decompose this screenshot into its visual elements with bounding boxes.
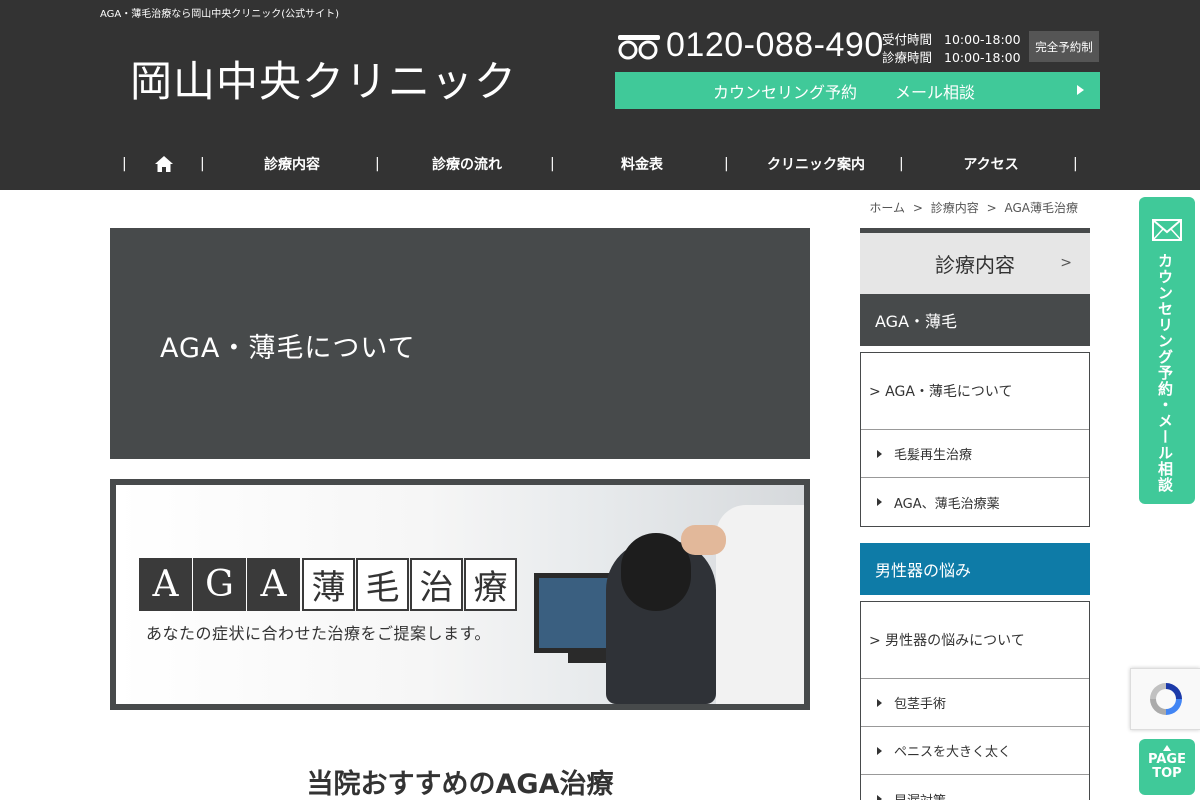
site-header: AGA・薄毛治療なら岡山中央クリニック(公式サイト) 岡山中央クリニック 012… bbox=[0, 0, 1200, 190]
page-top-button[interactable]: PAGE TOP bbox=[1139, 739, 1195, 795]
arrow-right-icon bbox=[1077, 85, 1084, 95]
nav-separator: | bbox=[1073, 156, 1078, 172]
nav-separator: | bbox=[375, 156, 380, 172]
sidebar-item-label: AGA、薄毛治療薬 bbox=[894, 496, 1000, 512]
nav-separator: | bbox=[200, 156, 205, 172]
sidebar-subgroup-male: > 男性器の悩みについて 包茎手術 ペニスを大きく太く 早漏対策 bbox=[860, 601, 1090, 800]
banner-letter: A bbox=[247, 558, 300, 611]
sidebar-item-phimosis[interactable]: 包茎手術 bbox=[861, 679, 1089, 727]
floating-counsel-tab[interactable]: カウンセリング予約・メール相談 bbox=[1139, 197, 1195, 504]
recaptcha-badge[interactable] bbox=[1130, 668, 1200, 730]
page-hero: AGA・薄毛について bbox=[110, 228, 810, 459]
hours-value: 10:00-18:00 bbox=[944, 32, 1021, 47]
breadcrumb-home[interactable]: ホーム bbox=[869, 201, 905, 215]
page-top-label: PAGE bbox=[1148, 752, 1186, 767]
nav-item-pricing[interactable]: 料金表 bbox=[580, 154, 704, 174]
bullet-icon bbox=[877, 698, 882, 707]
site-logo[interactable]: 岡山中央クリニック bbox=[130, 48, 517, 109]
global-nav: | | 診療内容 | 診療の流れ | 料金表 | クリニック案内 | アクセス … bbox=[110, 140, 1090, 188]
banner-letter: A bbox=[139, 558, 192, 611]
banner-kanji: 毛 bbox=[356, 558, 409, 611]
page-title: AGA・薄毛について bbox=[160, 333, 416, 364]
sidebar-heading[interactable]: 診療内容 > bbox=[860, 228, 1090, 294]
sidebar-item-enlargement[interactable]: ペニスを大きく太く bbox=[861, 727, 1089, 775]
breadcrumb-separator: > bbox=[912, 201, 923, 215]
banner-title: A G A 薄 毛 治 療 bbox=[139, 558, 517, 611]
banner-kanji: 療 bbox=[464, 558, 517, 611]
nav-separator: | bbox=[899, 156, 904, 172]
sidebar-subgroup-aga: > AGA・薄毛について 毛髪再生治療 AGA、薄毛治療薬 bbox=[860, 352, 1090, 527]
arrow-up-icon bbox=[1163, 745, 1171, 751]
tagline: AGA・薄毛治療なら岡山中央クリニック(公式サイト) bbox=[100, 9, 340, 20]
hours-label: 診療時間 bbox=[882, 50, 933, 65]
banner-kanji: 治 bbox=[410, 558, 463, 611]
sidebar-item-hair-regeneration[interactable]: 毛髪再生治療 bbox=[861, 430, 1089, 478]
page-top-label: TOP bbox=[1152, 766, 1182, 781]
sidebar-heading-label: 診療内容 bbox=[935, 253, 1015, 277]
nav-item-flow[interactable]: 診療の流れ bbox=[405, 154, 529, 174]
sidebar-item-label: 包茎手術 bbox=[894, 697, 947, 712]
sidebar-item-aga-medicine[interactable]: AGA、薄毛治療薬 bbox=[861, 478, 1089, 526]
sidebar-item-male-about[interactable]: > 男性器の悩みについて bbox=[861, 602, 1089, 679]
mail-label: メール相談 bbox=[895, 82, 976, 102]
hours-row-clinic: 診療時間 10:00-18:00 bbox=[882, 49, 1021, 67]
counsel-mail-button[interactable]: カウンセリング予約 メール相談 bbox=[615, 72, 1100, 109]
bullet-icon bbox=[877, 498, 882, 506]
hours-label: 受付時間 bbox=[882, 32, 933, 47]
doctor-image bbox=[716, 505, 804, 704]
doctor-hand-image bbox=[681, 525, 726, 555]
banner-image: A G A 薄 毛 治 療 あなたの症状に合わせた治療をご提案します。 bbox=[116, 485, 804, 704]
hours-row-reception: 受付時間 10:00-18:00 bbox=[882, 31, 1021, 49]
floating-tab-label: カウンセリング予約・メール相談 bbox=[1156, 253, 1174, 493]
nav-separator: | bbox=[550, 156, 555, 172]
counsel-label: カウンセリング予約 bbox=[713, 82, 858, 102]
free-dial-icon bbox=[618, 35, 660, 60]
bullet-icon bbox=[877, 449, 882, 458]
mail-icon bbox=[1152, 219, 1182, 241]
home-icon[interactable] bbox=[155, 156, 173, 172]
sidebar-item-label: 毛髪再生治療 bbox=[894, 448, 973, 463]
breadcrumb: ホーム > 診療内容 > AGA薄毛治療 bbox=[867, 199, 1080, 216]
bullet-icon bbox=[877, 795, 882, 800]
banner-subtitle: あなたの症状に合わせた治療をご提案します。 bbox=[146, 624, 491, 643]
tel-number[interactable]: 0120-088-490 bbox=[666, 26, 884, 65]
business-hours: 受付時間 10:00-18:00 診療時間 10:00-18:00 bbox=[882, 31, 1021, 67]
sidebar-category-male[interactable]: 男性器の悩み bbox=[860, 543, 1090, 595]
aga-banner: A G A 薄 毛 治 療 あなたの症状に合わせた治療をご提案します。 bbox=[110, 479, 810, 710]
nav-item-services[interactable]: 診療内容 bbox=[230, 154, 354, 174]
sidebar-category-aga[interactable]: AGA・薄毛 bbox=[860, 294, 1090, 346]
bullet-icon bbox=[877, 746, 882, 755]
banner-letter: G bbox=[193, 558, 246, 611]
monitor-stand bbox=[568, 653, 608, 663]
sidebar-item-label: ペニスを大きく太く bbox=[894, 745, 1012, 760]
breadcrumb-services[interactable]: 診療内容 bbox=[931, 201, 979, 215]
sidebar-item-pe[interactable]: 早漏対策 bbox=[861, 775, 1089, 800]
nav-separator: | bbox=[122, 156, 127, 172]
sidebar-item-label: 早漏対策 bbox=[894, 790, 946, 800]
breadcrumb-current: AGA薄毛治療 bbox=[1004, 201, 1078, 215]
nav-item-clinic[interactable]: クリニック案内 bbox=[754, 154, 878, 174]
banner-kanji: 薄 bbox=[302, 558, 355, 611]
reservation-badge: 完全予約制 bbox=[1029, 31, 1099, 62]
section-title: 当院おすすめのAGA治療 bbox=[306, 769, 614, 800]
recaptcha-icon bbox=[1149, 683, 1182, 715]
chevron-right-icon: > bbox=[1060, 255, 1072, 271]
sidebar-item-aga-about[interactable]: > AGA・薄毛について bbox=[861, 353, 1089, 430]
nav-item-access[interactable]: アクセス bbox=[929, 154, 1053, 174]
nav-separator: | bbox=[724, 156, 729, 172]
hours-value: 10:00-18:00 bbox=[944, 50, 1021, 65]
breadcrumb-separator: > bbox=[986, 201, 997, 215]
